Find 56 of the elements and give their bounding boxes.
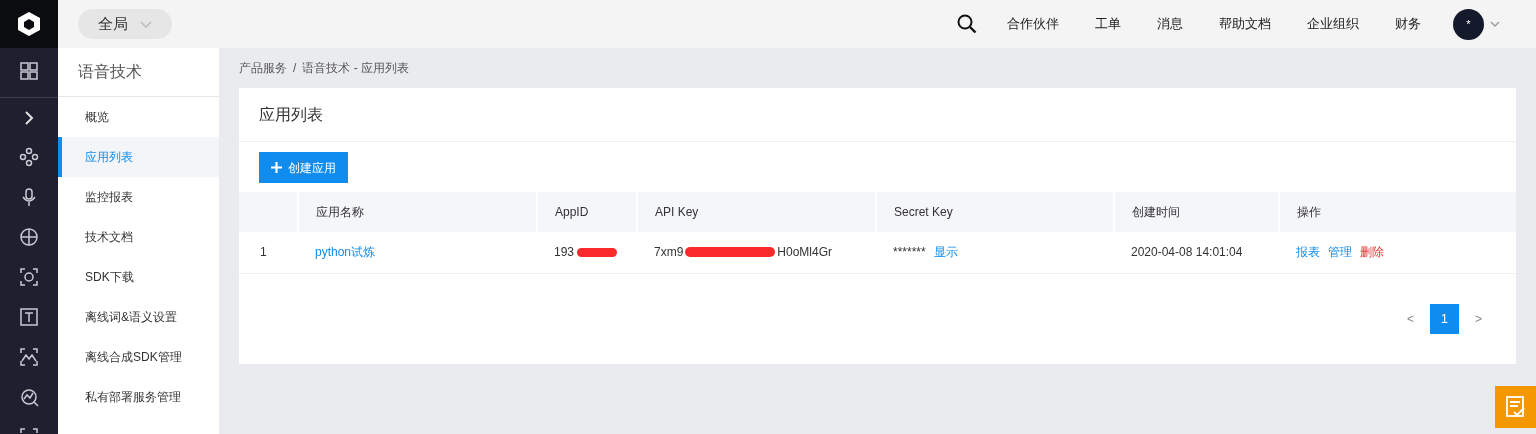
next-page-button[interactable]: > xyxy=(1475,309,1482,328)
column-header: 操作 xyxy=(1279,192,1516,232)
nav-link[interactable]: 消息 xyxy=(1157,14,1183,34)
table-cell-text: ******* xyxy=(893,244,926,262)
nav-link[interactable]: 帮助文档 xyxy=(1219,14,1271,34)
table-cell: 1 xyxy=(260,245,267,260)
breadcrumb-item[interactable]: 产品服务 xyxy=(239,59,287,77)
sidebar-item[interactable]: 技术文档 xyxy=(58,217,219,257)
chart-search-icon[interactable] xyxy=(19,387,39,407)
sidebar-item[interactable]: 离线词&语义设置 xyxy=(58,297,219,337)
column-header: Secret Key xyxy=(876,192,1114,232)
create-app-button[interactable]: 创建应用 xyxy=(259,152,348,183)
column-header: API Key xyxy=(637,192,876,232)
nodes-icon[interactable] xyxy=(19,147,39,167)
nav-link[interactable]: 企业组织 xyxy=(1307,14,1359,34)
nav-link[interactable]: 工单 xyxy=(1095,14,1121,34)
sidebar-item[interactable]: 监控报表 xyxy=(58,177,219,217)
show-link[interactable]: 显示 xyxy=(933,243,958,262)
page-button[interactable]: 1 xyxy=(1430,303,1459,334)
delete-link[interactable]: 删除 xyxy=(1360,243,1384,262)
sidebar-item[interactable]: 概览 xyxy=(58,97,219,137)
breadcrumb-item: 语音技术 - 应用列表 xyxy=(302,60,409,77)
nav-link[interactable]: 合作伙伴 xyxy=(1007,14,1059,34)
logo-icon[interactable] xyxy=(17,11,41,37)
sidebar-item[interactable]: SDK下载 xyxy=(58,257,219,297)
column-header: 应用名称 xyxy=(298,192,537,232)
table-cell: 193 xyxy=(554,245,575,260)
microphone-icon[interactable] xyxy=(19,187,39,207)
sidebar-item[interactable]: 私有部署服务管理 xyxy=(58,377,219,417)
breadcrumb-separator: / xyxy=(293,60,297,77)
table-cell-text: 7xm9 xyxy=(654,244,684,262)
column-header: AppID xyxy=(537,192,637,232)
table-cell-text: H0oMl4Gr xyxy=(777,244,833,262)
sidebar-title: 语音技术 xyxy=(58,48,219,97)
text-box-icon[interactable] xyxy=(19,307,39,327)
redaction-mark xyxy=(577,248,617,257)
caret-icon xyxy=(140,20,152,28)
scope-dropdown[interactable]: 全局 xyxy=(78,9,172,39)
sidebar-item[interactable]: 离线合成SDK管理 xyxy=(58,337,219,377)
user-avatar[interactable]: * xyxy=(1453,8,1484,40)
grid-icon[interactable] xyxy=(19,61,39,81)
face-scan-icon[interactable] xyxy=(19,267,39,287)
caret-icon[interactable] xyxy=(1490,21,1500,27)
column-header: 创建时间 xyxy=(1114,192,1279,232)
action-link[interactable]: 管理 xyxy=(1328,243,1352,262)
search-icon[interactable] xyxy=(957,14,977,34)
panel-title: 应用列表 xyxy=(239,88,1516,142)
action-link[interactable]: 报表 xyxy=(1296,243,1320,262)
table-cell: 2020-04-08 14:01:04 xyxy=(1131,245,1243,260)
app-name-link[interactable]: python试炼 xyxy=(315,245,376,260)
image-scan-icon[interactable] xyxy=(19,347,39,367)
nav-link[interactable]: 财务 xyxy=(1395,14,1421,34)
plus-icon xyxy=(271,162,282,173)
note-icon xyxy=(1505,396,1526,418)
globe-icon[interactable] xyxy=(19,227,39,247)
previous-page-button[interactable]: < xyxy=(1406,309,1414,328)
